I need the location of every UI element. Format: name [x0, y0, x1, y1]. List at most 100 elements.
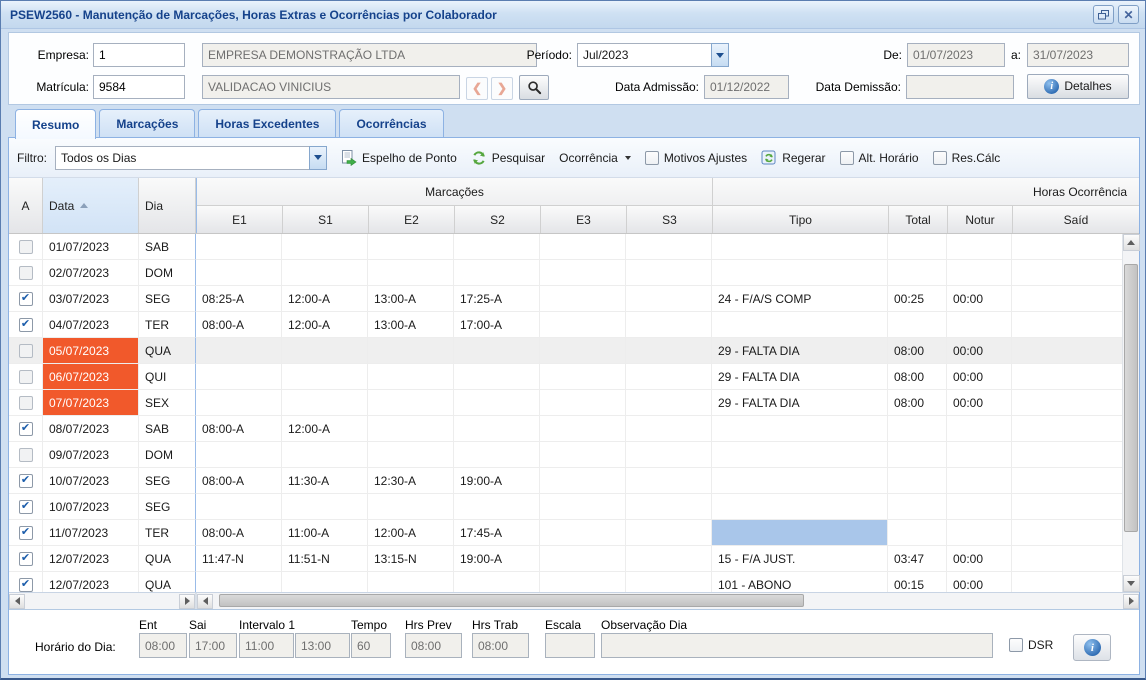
search-employee-button[interactable] [519, 75, 549, 100]
grid-cell-total[interactable] [888, 260, 947, 286]
grid-cell-e2[interactable]: 13:00-A [368, 312, 454, 338]
rescalc-checkbox[interactable]: Res.Cálc [933, 151, 1001, 165]
checkbox-unchecked-icon[interactable] [19, 266, 33, 280]
scroll-left-button[interactable] [9, 594, 25, 609]
grid-cell-saida[interactable] [1012, 338, 1122, 364]
grid-cell-s3[interactable] [626, 468, 712, 494]
grid-cell-tipo[interactable] [712, 312, 888, 338]
row-select-cell[interactable] [9, 572, 43, 592]
grid-cell-s2[interactable] [454, 572, 540, 592]
grid-cell-s1[interactable]: 12:00-A [282, 416, 368, 442]
grid-cell-s2[interactable]: 17:00-A [454, 312, 540, 338]
grid-cell-e3[interactable] [540, 390, 626, 416]
empresa-code-input[interactable] [93, 43, 185, 67]
grid-cell-notur[interactable] [947, 416, 1012, 442]
grid-cell-e2[interactable]: 13:15-N [368, 546, 454, 572]
grid-cell-s3[interactable] [626, 390, 712, 416]
column-header-s3[interactable]: S3 [627, 206, 713, 233]
table-row[interactable]: 12/07/2023QUA101 - ABONO00:1500:00 [9, 572, 1122, 592]
grid-cell-s1[interactable] [282, 338, 368, 364]
filtro-combo[interactable]: Todos os Dias [55, 146, 327, 170]
grid-cell-s1[interactable]: 11:30-A [282, 468, 368, 494]
grid-cell-data[interactable]: 06/07/2023 [43, 364, 139, 390]
grid-cell-e1[interactable] [196, 390, 282, 416]
previous-employee-button[interactable]: ❮ [466, 77, 488, 100]
column-header-s1[interactable]: S1 [283, 206, 369, 233]
grid-cell-e3[interactable] [540, 234, 626, 260]
grid-cell-data[interactable]: 01/07/2023 [43, 234, 139, 260]
grid-cell-saida[interactable] [1012, 286, 1122, 312]
grid-cell-dia[interactable]: DOM [139, 442, 196, 468]
column-header-e1[interactable]: E1 [197, 206, 283, 233]
row-select-cell[interactable] [9, 546, 43, 572]
grid-cell-tipo[interactable] [712, 234, 888, 260]
grid-cell-data[interactable]: 10/07/2023 [43, 494, 139, 520]
grid-cell-total[interactable]: 00:25 [888, 286, 947, 312]
grid-cell-saida[interactable] [1012, 494, 1122, 520]
grid-cell-notur[interactable]: 00:00 [947, 364, 1012, 390]
grid-cell-data[interactable]: 10/07/2023 [43, 468, 139, 494]
row-select-cell[interactable] [9, 416, 43, 442]
grid-cell-s3[interactable] [626, 260, 712, 286]
grid-cell-data[interactable]: 03/07/2023 [43, 286, 139, 312]
grid-cell-e1[interactable]: 08:00-A [196, 468, 282, 494]
grid-cell-e1[interactable]: 08:00-A [196, 416, 282, 442]
grid-cell-dia[interactable]: QUA [139, 546, 196, 572]
grid-cell-dia[interactable]: DOM [139, 260, 196, 286]
row-select-cell[interactable] [9, 468, 43, 494]
grid-cell-e1[interactable] [196, 234, 282, 260]
grid-cell-e1[interactable] [196, 260, 282, 286]
grid-cell-notur[interactable] [947, 468, 1012, 494]
row-select-cell[interactable] [9, 364, 43, 390]
grid-cell-s1[interactable] [282, 234, 368, 260]
grid-cell-tipo[interactable]: 101 - ABONO [712, 572, 888, 592]
grid-cell-total[interactable]: 08:00 [888, 390, 947, 416]
grid-cell-tipo[interactable] [712, 468, 888, 494]
grid-cell-tipo[interactable]: 29 - FALTA DIA [712, 390, 888, 416]
checkbox-unchecked-icon[interactable] [19, 370, 33, 384]
grid-cell-data[interactable]: 07/07/2023 [43, 390, 139, 416]
grid-cell-e3[interactable] [540, 572, 626, 592]
grid-cell-s3[interactable] [626, 286, 712, 312]
grid-cell-notur[interactable] [947, 520, 1012, 546]
checkbox-checked-icon[interactable] [19, 474, 33, 488]
column-header-e2[interactable]: E2 [369, 206, 455, 233]
row-select-cell[interactable] [9, 338, 43, 364]
grid-cell-s2[interactable] [454, 338, 540, 364]
motivos-ajustes-checkbox[interactable]: Motivos Ajustes [645, 151, 747, 165]
column-header-notur[interactable]: Notur [948, 206, 1013, 233]
grid-cell-s1[interactable]: 11:51-N [282, 546, 368, 572]
grid-cell-e1[interactable]: 08:00-A [196, 520, 282, 546]
grid-cell-data[interactable]: 12/07/2023 [43, 546, 139, 572]
grid-cell-e3[interactable] [540, 468, 626, 494]
scroll-left-button[interactable] [197, 594, 213, 609]
grid-cell-tipo[interactable] [712, 442, 888, 468]
grid-cell-saida[interactable] [1012, 572, 1122, 592]
column-header-s2[interactable]: S2 [455, 206, 541, 233]
grid-cell-s3[interactable] [626, 572, 712, 592]
periodo-combo[interactable]: Jul/2023 [577, 43, 729, 67]
grid-cell-saida[interactable] [1012, 234, 1122, 260]
vertical-scrollbar-thumb[interactable] [1124, 264, 1138, 532]
grid-cell-notur[interactable]: 00:00 [947, 546, 1012, 572]
grid-cell-s1[interactable] [282, 494, 368, 520]
table-row[interactable]: 03/07/2023SEG08:25-A12:00-A13:00-A17:25-… [9, 286, 1122, 312]
column-header-tipo[interactable]: Tipo [713, 206, 889, 233]
grid-cell-e3[interactable] [540, 546, 626, 572]
grid-cell-tipo[interactable] [712, 416, 888, 442]
close-window-button[interactable]: ✕ [1118, 5, 1139, 24]
row-select-cell[interactable] [9, 390, 43, 416]
grid-cell-e1[interactable] [196, 338, 282, 364]
checkbox-checked-icon[interactable] [19, 552, 33, 566]
row-select-cell[interactable] [9, 260, 43, 286]
grid-cell-data[interactable]: 05/07/2023 [43, 338, 139, 364]
grid-cell-s2[interactable] [454, 364, 540, 390]
grid-cell-e1[interactable] [196, 364, 282, 390]
grid-cell-e1[interactable]: 08:00-A [196, 312, 282, 338]
grid-cell-s2[interactable] [454, 260, 540, 286]
tab-marcacoes[interactable]: Marcações [99, 109, 195, 137]
grid-cell-dia[interactable]: SEX [139, 390, 196, 416]
grid-cell-dia[interactable]: QUA [139, 338, 196, 364]
grid-cell-saida[interactable] [1012, 312, 1122, 338]
grid-cell-saida[interactable] [1012, 546, 1122, 572]
